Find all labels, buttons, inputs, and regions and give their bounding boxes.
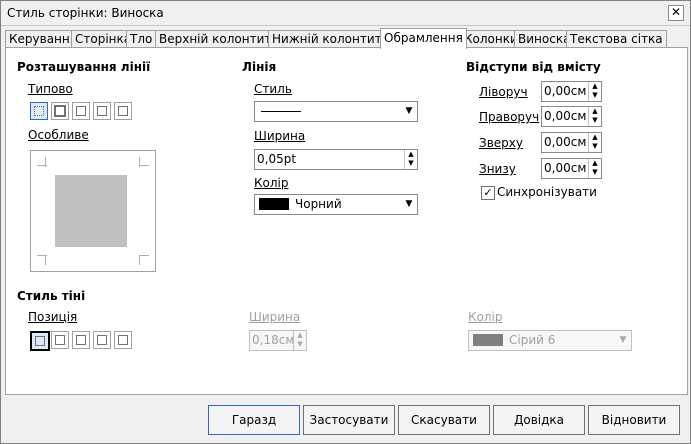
line-arrangement-title: Розташування лінії [17,60,151,74]
shadow-top-left-icon[interactable] [114,331,132,349]
line-style-preview [261,111,301,112]
spin-down-icon: ▼ [592,142,598,150]
corner-mark [37,255,47,256]
spacing-bottom-spin[interactable]: 0,00см ▲ ▼ [541,158,602,179]
spacing-right-label: Праворуч [479,110,540,124]
spacing-left-value: 0,00см [544,84,587,98]
spacing-bottom-value: 0,00см [544,161,587,175]
chevron-down-icon[interactable]: ▼ [401,102,417,121]
preview-box [55,175,127,247]
spacing-bottom-label: Знизу [479,162,516,176]
dialog-title: Стиль сторінки: Виноска [7,6,164,20]
preset-none-icon[interactable] [30,102,48,120]
tab-background[interactable]: Тло [126,30,157,48]
spin-down-icon: ▼ [592,91,598,99]
spin-down-icon: ▼ [592,168,598,176]
line-width-spin[interactable]: 0,05pt ▲ ▼ [254,149,418,170]
shadow-top-right-icon[interactable] [72,331,90,349]
spacing-top-label: Зверху [479,136,523,150]
apply-button[interactable]: Застосувати [303,405,395,435]
line-style-select[interactable]: ▼ [254,101,418,122]
shadow-color-select[interactable]: Сірий 6 ▼ [468,330,632,351]
spacing-top-value: 0,00см [544,135,587,149]
close-icon[interactable]: ✕ [668,5,684,21]
preset-box-icon[interactable] [51,102,69,120]
shadow-style-title: Стиль тіні [17,289,86,303]
default-label: Типово [28,82,73,96]
preset-box-shadow-icon[interactable] [72,102,90,120]
spin-buttons[interactable]: ▲ ▼ [588,107,601,126]
color-swatch [259,198,289,210]
chevron-down-icon[interactable]: ▼ [615,331,631,350]
spin-up-icon: ▲ [297,331,303,339]
shadow-color-value: Сірий 6 [509,333,556,347]
corner-mark [139,255,140,265]
shadow-width-value: 0,18см [252,333,295,347]
preset-top-bottom-icon[interactable] [114,102,132,120]
shadow-width-label: Ширина [249,310,301,324]
spacing-right-value: 0,00см [544,109,587,123]
spin-buttons[interactable]: ▲ ▼ [293,331,306,350]
spacing-right-spin[interactable]: 0,00см ▲ ▼ [541,106,602,127]
page-style-dialog: Стиль сторінки: Виноска ✕ Керування Стор… [0,0,691,444]
shadow-bottom-left-icon[interactable] [93,331,111,349]
spin-down-icon: ▼ [408,159,414,167]
spin-buttons[interactable]: ▲ ▼ [588,82,601,101]
shadow-color-label: Колір [468,310,503,324]
spin-up-icon: ▲ [592,159,598,167]
line-width-label: Ширина [254,129,306,143]
spin-up-icon: ▲ [408,150,414,158]
reset-button[interactable]: Відновити [588,405,680,435]
line-color-select[interactable]: Чорний ▼ [254,194,418,215]
spin-buttons[interactable]: ▲ ▼ [404,150,417,169]
cancel-button[interactable]: Скасувати [398,405,490,435]
custom-label: Особливе [28,128,89,142]
chevron-down-icon[interactable]: ▼ [401,195,417,214]
color-swatch [473,334,503,346]
title-bar: Стиль сторінки: Виноска ✕ [1,1,690,26]
spin-down-icon: ▼ [297,340,303,348]
spin-down-icon: ▼ [592,116,598,124]
tab-text-grid[interactable]: Текстова сітка [566,30,667,48]
corner-mark [45,255,46,265]
tab-borders[interactable]: Обрамлення [380,28,467,49]
line-color-value: Чорний [295,197,342,211]
line-color-label: Колір [254,176,289,190]
spin-up-icon: ▲ [592,133,598,141]
shadow-bottom-right-icon[interactable] [51,331,69,349]
border-preview[interactable] [30,150,156,272]
spacing-title: Відступи від вмісту [466,60,601,74]
spin-up-icon: ▲ [592,107,598,115]
shadow-width-spin[interactable]: 0,18см ▲ ▼ [249,330,307,351]
spin-buttons[interactable]: ▲ ▼ [588,159,601,178]
tab-organizer[interactable]: Керування [5,30,81,48]
corner-mark [37,165,47,166]
sync-checkbox[interactable]: ✓ [481,186,495,200]
corner-mark [139,255,149,256]
line-title: Лінія [242,60,277,74]
ok-button[interactable]: Гаразд [208,405,300,435]
preset-outer-box-icon[interactable] [93,102,111,120]
spin-buttons[interactable]: ▲ ▼ [588,133,601,152]
spin-up-icon: ▲ [592,82,598,90]
spacing-left-spin[interactable]: 0,00см ▲ ▼ [541,81,602,102]
help-button[interactable]: Довідка [493,405,585,435]
line-style-label: Стиль [254,82,292,96]
sync-label: Синхронізувати [497,185,597,199]
corner-mark [139,165,149,166]
tab-columns[interactable]: Колонки [460,30,522,48]
line-width-value: 0,05pt [257,152,297,166]
shadow-none-icon[interactable] [30,331,50,351]
borders-page: Розташування лінії Типово Особливе Лінія… [5,47,688,395]
spacing-top-spin[interactable]: 0,00см ▲ ▼ [541,132,602,153]
spacing-left-label: Ліворуч [479,85,528,99]
shadow-position-label: Позиція [28,310,78,324]
